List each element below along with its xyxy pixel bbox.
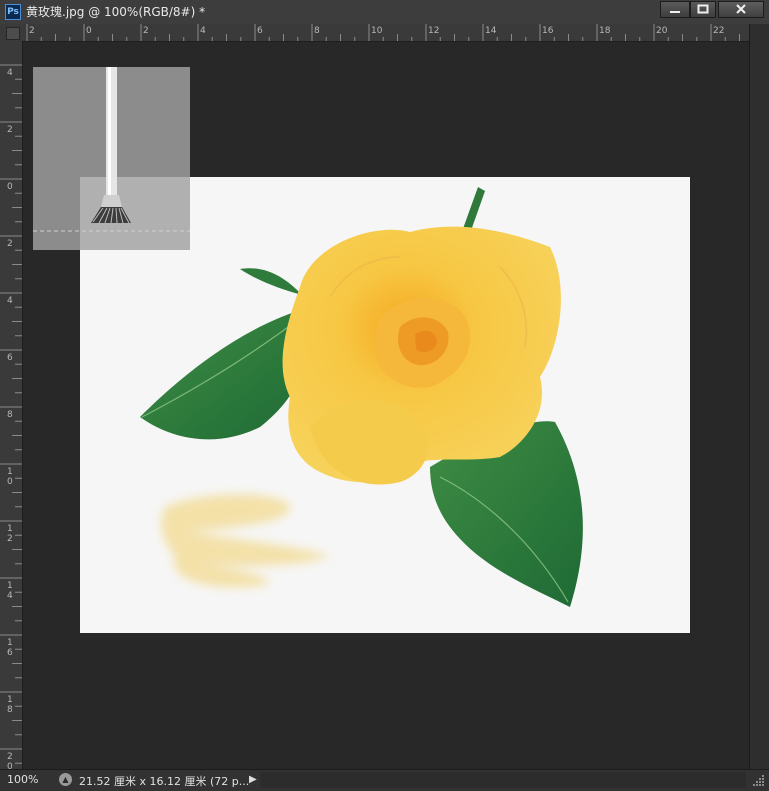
ruler-label: 16 — [542, 26, 554, 36]
ruler-label: 1 — [7, 524, 13, 534]
ruler-label: 1 — [7, 581, 13, 591]
ruler-origin[interactable] — [0, 24, 22, 41]
brush-preview-icon — [33, 67, 190, 250]
ruler-label: 4 — [7, 68, 13, 78]
close-button[interactable] — [718, 1, 764, 18]
status-bar: 100% ▲ 21.52 厘米 x 16.12 厘米 (72 p... ▶ — [0, 769, 769, 791]
ruler-origin-box — [6, 27, 20, 40]
vertical-ruler-scale: 4202468101214161820 — [0, 64, 22, 772]
ruler-label: 8 — [7, 410, 13, 420]
horizontal-ruler-scale: 2 0 2 4 6 8 10 12 14 16 18 20 22 — [26, 24, 740, 41]
brush-preview — [33, 67, 190, 250]
ruler-label: 2 — [29, 26, 35, 36]
photoshop-icon: Ps — [5, 4, 21, 20]
document-info-icon[interactable]: ▲ — [59, 773, 72, 786]
ruler-label: 2 — [7, 534, 13, 544]
document-size-info: 21.52 厘米 x 16.12 厘米 (72 p... — [79, 775, 250, 788]
vertical-scrollbar[interactable] — [749, 24, 769, 769]
ruler-label: 8 — [7, 705, 13, 715]
document-title: 黄玫瑰.jpg @ 100%(RGB/8#) * — [26, 5, 206, 19]
ruler-label: 1 — [7, 467, 13, 477]
ruler-label: 4 — [7, 296, 13, 306]
ruler-label: 0 — [7, 477, 13, 487]
ruler-label: 6 — [7, 353, 13, 363]
zoom-level[interactable]: 100% — [7, 773, 38, 786]
horizontal-scrollbar[interactable] — [260, 772, 746, 788]
minimize-button[interactable] — [660, 1, 690, 18]
maximize-button[interactable] — [690, 1, 716, 18]
ruler-label: 1 — [7, 638, 13, 648]
minimize-icon — [670, 11, 680, 13]
ruler-label: 2 — [7, 125, 13, 135]
close-icon — [736, 4, 746, 14]
title-bar: Ps 黄玫瑰.jpg @ 100%(RGB/8#) * — [0, 0, 769, 25]
horizontal-ruler[interactable]: 2 0 2 4 6 8 10 12 14 16 18 20 22 — [22, 24, 749, 42]
ruler-label: 14 — [485, 26, 497, 36]
ruler-label: 2 — [7, 752, 13, 762]
ruler-label: 10 — [371, 26, 383, 36]
ruler-label: 8 — [314, 26, 320, 36]
vertical-ruler[interactable]: 4202468101214161820 — [0, 41, 23, 772]
maximize-icon — [697, 4, 709, 14]
ruler-label: 22 — [713, 26, 724, 36]
ruler-label: 4 — [7, 591, 13, 601]
ruler-label: 12 — [428, 26, 439, 36]
status-menu-arrow-icon[interactable]: ▶ — [249, 773, 259, 787]
ruler-label: 18 — [599, 26, 611, 36]
ruler-label: 20 — [656, 26, 668, 36]
ruler-label: 0 — [7, 762, 13, 769]
ruler-label: 2 — [7, 239, 13, 249]
ruler-label: 2 — [143, 26, 149, 36]
ruler-label: 0 — [86, 26, 92, 36]
ruler-label: 4 — [200, 26, 206, 36]
ruler-label: 0 — [7, 182, 13, 192]
ruler-label: 1 — [7, 695, 13, 705]
resize-grip-icon[interactable] — [750, 772, 766, 788]
ruler-label: 6 — [257, 26, 263, 36]
brush-smudge — [161, 494, 330, 588]
ruler-label: 6 — [7, 648, 13, 658]
